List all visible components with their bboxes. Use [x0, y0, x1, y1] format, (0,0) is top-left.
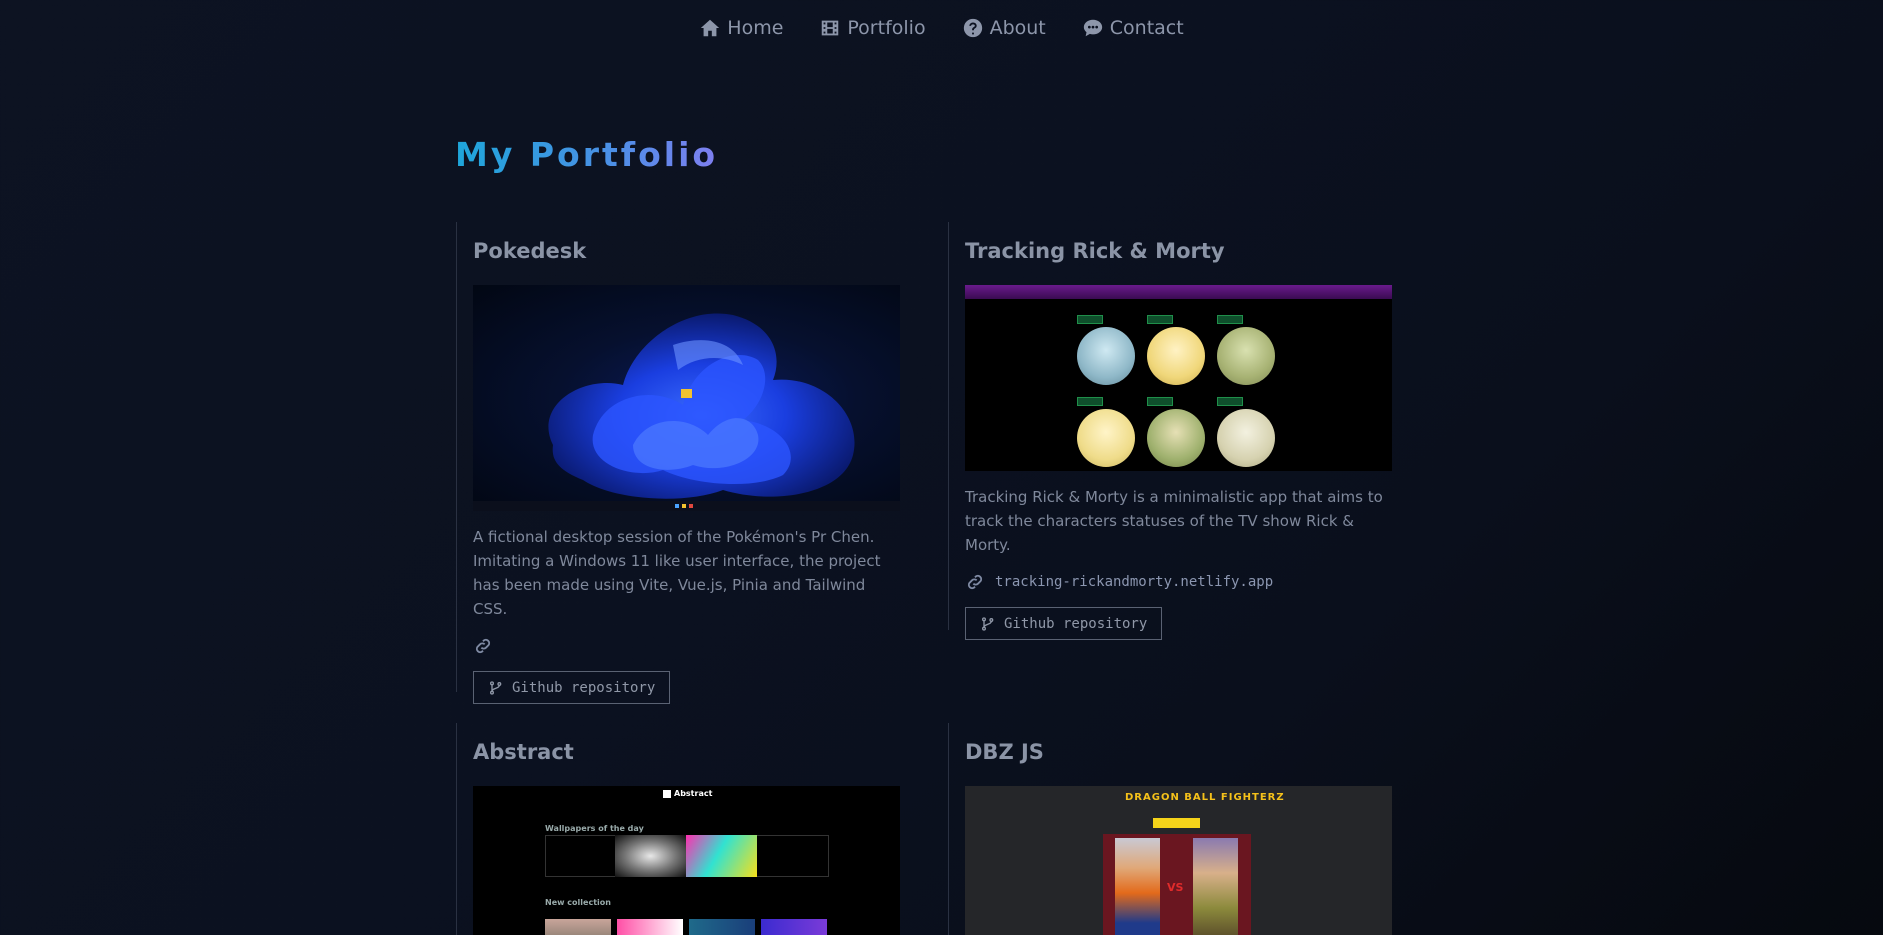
abstract-logo-text: Abstract [674, 789, 713, 798]
nav-contact-label: Contact [1109, 17, 1184, 39]
project-thumbnail[interactable]: Abstract Wallpapers of the day New colle… [473, 786, 900, 935]
nav-portfolio[interactable]: Portfolio [819, 17, 926, 39]
project-description: A fictional desktop session of the Pokém… [473, 528, 881, 618]
status-tag [1147, 315, 1173, 324]
project-title: Tracking Rick & Morty [965, 239, 1225, 263]
character-avatar [1077, 409, 1135, 467]
wallpaper-preview [686, 835, 757, 877]
wallpaper-preview [615, 835, 686, 877]
link-icon [967, 574, 983, 590]
page-title: My Portfolio [455, 135, 719, 174]
film-icon [822, 20, 839, 36]
character-avatar [1217, 409, 1275, 467]
abstract-logo: Abstract [663, 789, 712, 798]
nav-about-label: About [989, 17, 1046, 39]
status-tag [1147, 397, 1173, 406]
git-branch-icon [490, 680, 502, 695]
collection-preview [617, 919, 683, 935]
character-avatar [1147, 409, 1205, 467]
link-icon[interactable] [473, 636, 493, 656]
nav-portfolio-label: Portfolio [847, 17, 926, 39]
project-link-row [473, 635, 931, 657]
project-thumbnail[interactable] [965, 285, 1392, 471]
status-tag [1217, 397, 1243, 406]
project-thumbnail[interactable]: DRAGON BALL FIGHTERZ VS [965, 786, 1392, 935]
project-link-row: tracking-rickandmorty.netlify.app [965, 571, 1423, 593]
status-tag [1077, 397, 1103, 406]
project-live-link[interactable]: tracking-rickandmorty.netlify.app [995, 574, 1273, 590]
taskbar-start-icon [675, 504, 679, 508]
taskbar-app-icon [689, 504, 693, 508]
taskbar-folder-icon [682, 504, 686, 508]
thumb-header [965, 285, 1392, 299]
taskbar [473, 501, 900, 511]
abstract-logo-mark [663, 789, 671, 798]
home-icon [701, 19, 720, 37]
collection-preview [689, 919, 755, 935]
project-title: Abstract [473, 740, 574, 764]
github-button-label: Github repository [1004, 615, 1148, 632]
status-tag [1077, 315, 1103, 324]
windows-bloom-illustration [548, 313, 855, 499]
project-description: Tracking Rick & Morty is a minimalistic … [965, 488, 1383, 554]
project-card-pokedesk: Pokedesk A fictional desktop session of … [456, 222, 931, 704]
project-card-dbz: DBZ JS DRAGON BALL FIGHTERZ VS [948, 723, 1423, 935]
git-branch-icon [982, 616, 994, 631]
dbz-logo: DRAGON BALL FIGHTERZ [1125, 792, 1285, 803]
character-avatar [1147, 327, 1205, 385]
character-avatar [1077, 327, 1135, 385]
nav-home[interactable]: Home [699, 17, 783, 39]
github-repository-button[interactable]: Github repository [965, 607, 1163, 640]
main-nav: Home Portfolio About Contact [0, 0, 1883, 56]
dbz-character-button [1153, 818, 1200, 828]
project-title: DBZ JS [965, 740, 1044, 764]
project-title: Pokedesk [473, 239, 587, 263]
collection-preview [545, 919, 611, 935]
versus-icon: VS [1167, 881, 1184, 894]
comment-icon [1083, 19, 1102, 37]
nav-home-label: Home [727, 17, 784, 39]
github-button-label: Github repository [512, 679, 656, 696]
collection-preview [761, 919, 827, 935]
fighter-left [1115, 838, 1160, 935]
project-card-rick-morty: Tracking Rick & Morty Tracking Rick & Mo… [948, 222, 1423, 640]
fighter-right [1193, 838, 1238, 935]
nav-contact[interactable]: Contact [1082, 17, 1184, 39]
abstract-section-title: New collection [545, 898, 611, 907]
project-card-abstract: Abstract Abstract Wallpapers of the day … [456, 723, 931, 935]
character-avatar [1217, 327, 1275, 385]
question-circle-icon [963, 18, 982, 38]
github-repository-button[interactable]: Github repository [473, 671, 671, 704]
status-tag [1217, 315, 1243, 324]
nav-about[interactable]: About [962, 17, 1046, 39]
abstract-section-title: Wallpapers of the day [545, 824, 644, 833]
project-thumbnail[interactable] [473, 285, 900, 511]
